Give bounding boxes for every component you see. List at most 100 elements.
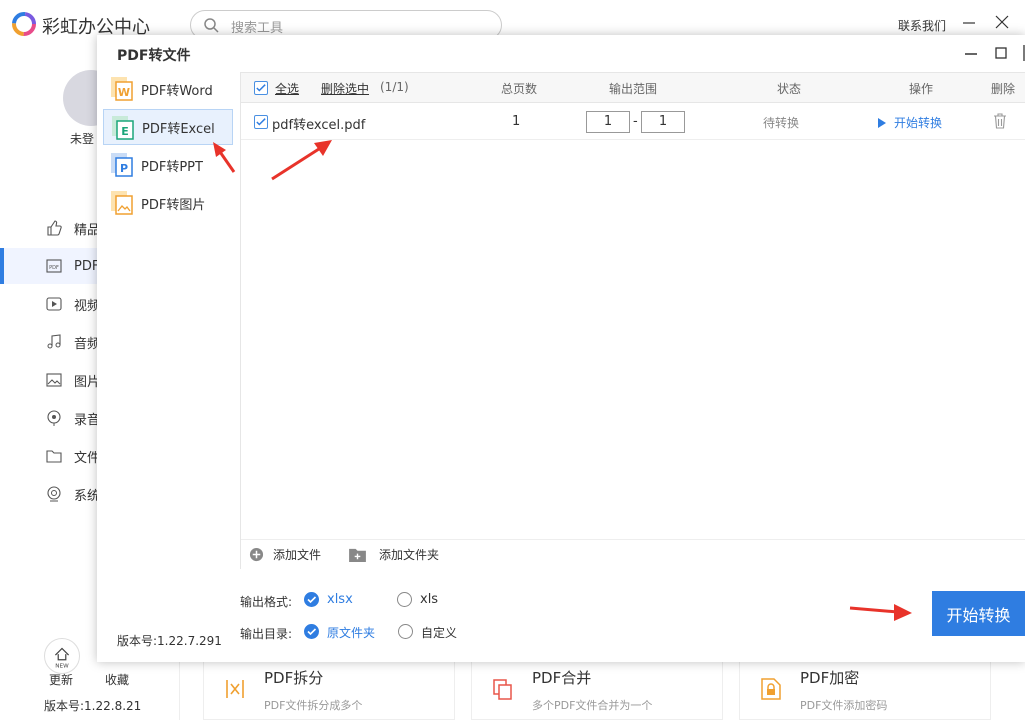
- delete-selected-link[interactable]: 删除选中: [321, 80, 369, 97]
- excel-file-icon: E: [112, 116, 134, 140]
- svg-text:NEW: NEW: [55, 663, 69, 669]
- pdf-convert-dialog: PDF转文件 W PDF转Word E PDF转Excel P PDF转PPT …: [97, 35, 1025, 662]
- arrow-annotation-excel: [213, 142, 236, 173]
- mode-label: PDF转Word: [141, 83, 213, 99]
- dir-custom-label[interactable]: 自定义: [421, 624, 457, 641]
- system-icon: [47, 486, 61, 502]
- svg-text:PDF: PDF: [49, 265, 59, 271]
- select-all-link[interactable]: 全选: [275, 80, 299, 97]
- check-icon: [307, 628, 317, 636]
- range-separator: -: [633, 114, 638, 129]
- trash-icon[interactable]: [993, 113, 1007, 129]
- update-label[interactable]: 更新: [49, 671, 73, 688]
- app-version: 版本号:1.22.8.21: [44, 699, 142, 713]
- file-pages: 1: [512, 114, 521, 129]
- search-icon: [204, 18, 219, 33]
- format-xlsx-label[interactable]: xlsx: [327, 592, 353, 607]
- table-footer: 添加文件 添加文件夹: [241, 539, 1025, 569]
- check-icon: [256, 118, 266, 126]
- add-file-label: 添加文件: [273, 548, 322, 562]
- arrow-annotation-file: [271, 140, 332, 181]
- dir-original-radio[interactable]: [304, 624, 319, 639]
- format-xls-radio[interactable]: [397, 592, 412, 607]
- output-dir-label: 输出目录:: [240, 627, 293, 641]
- thumbs-up-icon: [47, 220, 62, 236]
- search-placeholder: 搜索工具: [231, 21, 284, 36]
- card-desc: PDF文件拆分成多个: [264, 699, 363, 712]
- svg-text:E: E: [121, 125, 129, 138]
- dialog-minimize-icon[interactable]: [965, 53, 977, 55]
- table-row[interactable]: pdf转excel.pdf 1 1 - 1 待转换 开始转换: [241, 104, 1025, 140]
- record-icon: [47, 410, 61, 426]
- add-file-button[interactable]: 添加文件: [249, 546, 321, 563]
- minimize-icon[interactable]: [962, 14, 976, 28]
- range-from-input[interactable]: 1: [586, 111, 630, 133]
- header-status: 状态: [777, 82, 802, 96]
- card-title: PDF拆分: [264, 669, 324, 687]
- tool-card-pdf-split[interactable]: PDF拆分 PDF文件拆分成多个: [203, 660, 455, 720]
- play-icon: [878, 117, 886, 128]
- card-title: PDF合并: [532, 669, 592, 687]
- add-folder-icon: [349, 548, 366, 562]
- favorite-label[interactable]: 收藏: [105, 671, 129, 688]
- image-icon: [46, 373, 62, 387]
- app-logo-icon: [12, 12, 36, 36]
- update-new-icon: NEW: [54, 647, 69, 669]
- split-icon: [226, 680, 244, 698]
- video-icon: [46, 297, 62, 311]
- table-header: 全选 删除选中 (1/1) 总页数 输出范围 状态 操作 删除: [241, 73, 1025, 103]
- ppt-file-icon: P: [111, 153, 133, 177]
- pdf-icon: PDF: [46, 259, 62, 273]
- word-file-icon: W: [111, 77, 133, 101]
- dialog-maximize-icon[interactable]: [995, 47, 1007, 59]
- merge-icon: [493, 679, 512, 700]
- file-count: (1/1): [380, 80, 409, 94]
- mode-label: PDF转Excel: [142, 121, 215, 137]
- folder-icon: [46, 450, 62, 463]
- output-format-label: 输出格式:: [240, 595, 293, 609]
- range-to-input[interactable]: 1: [641, 111, 685, 133]
- mode-label: PDF转PPT: [141, 159, 203, 175]
- contact-us-link[interactable]: 联系我们: [898, 17, 946, 34]
- card-desc: 多个PDF文件合并为一个: [532, 699, 653, 712]
- header-action: 操作: [909, 82, 934, 96]
- dir-custom-radio[interactable]: [398, 624, 413, 639]
- header-range: 输出范围: [609, 82, 658, 96]
- tool-card-pdf-encrypt[interactable]: PDF加密 PDF文件添加密码: [739, 660, 991, 720]
- check-icon: [256, 84, 266, 92]
- status-text: 待转换: [763, 116, 800, 130]
- sidebar-item-label: PDF: [74, 258, 100, 274]
- format-xls-label[interactable]: xls: [420, 592, 438, 607]
- svg-text:P: P: [120, 162, 128, 175]
- header-pages: 总页数: [501, 82, 538, 96]
- arrow-annotation-button: [849, 604, 912, 621]
- mode-pdf-to-image[interactable]: PDF转图片: [103, 185, 233, 221]
- format-xlsx-radio[interactable]: [304, 592, 319, 607]
- close-icon[interactable]: [994, 14, 1010, 30]
- header-delete: 删除: [991, 82, 1016, 96]
- check-icon: [307, 596, 317, 604]
- add-folder-label: 添加文件夹: [379, 548, 440, 562]
- mode-label: PDF转图片: [141, 197, 206, 213]
- file-name: pdf转excel.pdf: [272, 118, 366, 133]
- svg-text:W: W: [118, 86, 130, 99]
- start-convert-label: 开始转换: [894, 116, 943, 130]
- card-desc: PDF文件添加密码: [800, 699, 888, 712]
- update-button[interactable]: NEW: [44, 638, 80, 674]
- add-folder-button[interactable]: 添加文件夹: [349, 546, 439, 563]
- dir-original-label[interactable]: 原文件夹: [327, 624, 375, 641]
- mode-pdf-to-word[interactable]: W PDF转Word: [103, 71, 233, 107]
- tool-card-pdf-merge[interactable]: PDF合并 多个PDF文件合并为一个: [471, 660, 723, 720]
- dialog-title: PDF转文件: [117, 48, 191, 64]
- file-table: 全选 删除选中 (1/1) 总页数 输出范围 状态 操作 删除 pdf转exce…: [240, 72, 1025, 569]
- music-icon: [47, 334, 61, 349]
- lock-icon: [761, 678, 781, 700]
- row-checkbox[interactable]: [254, 115, 268, 129]
- card-title: PDF加密: [800, 669, 860, 687]
- select-all-checkbox[interactable]: [254, 81, 268, 95]
- start-convert-link[interactable]: 开始转换: [878, 114, 942, 131]
- image-file-icon: [111, 191, 133, 215]
- start-convert-button[interactable]: 开始转换: [932, 591, 1025, 636]
- dialog-version: 版本号:1.22.7.291: [117, 634, 222, 648]
- login-status[interactable]: 未登: [70, 130, 94, 147]
